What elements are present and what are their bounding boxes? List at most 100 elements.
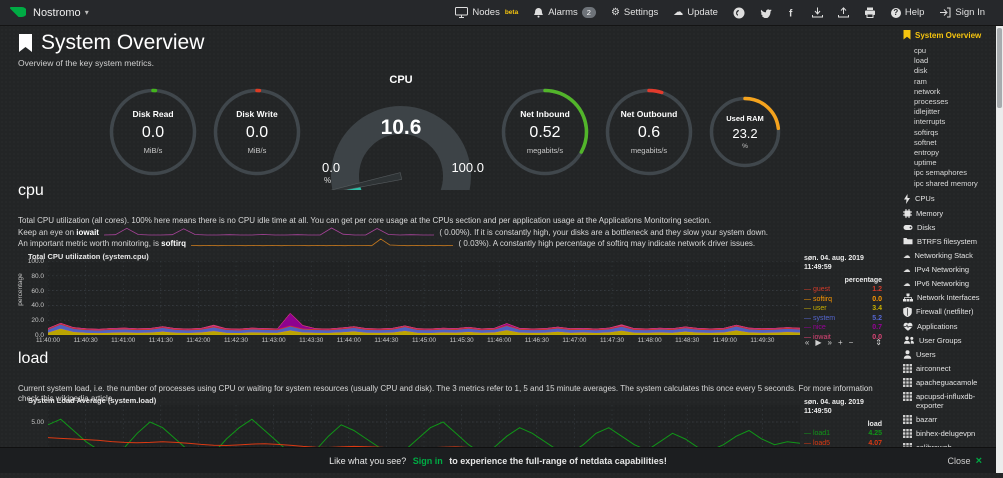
page-subtitle: Overview of the key system metrics. [18,58,204,68]
legend-item-softirq[interactable]: — softirq 0.0 [804,295,882,305]
gauge-net-inbound-label: Net Inbound [520,109,570,119]
cpu-chart-legend: søn. 04. aug. 201911:49:59percentage— gu… [804,254,882,342]
sidebar-item-network-interfaces[interactable]: Network Interfaces [903,293,996,302]
softirq-sparkline [191,238,453,250]
sidebar-item-firewall-netfilter-[interactable]: Firewall (netfilter) [903,307,996,317]
sidebar-item-apcupsd-influxdb-exporter[interactable]: apcupsd-influxdb-exporter [903,392,996,410]
load-chart-title: System Load Average (system.load) [28,396,156,405]
hostname-label: Nostromo [33,7,81,19]
page-scrollbar[interactable] [996,26,1003,473]
legend-item-load1[interactable]: — load14.25 [804,429,882,439]
nav-alarms[interactable]: Alarms 2 [533,7,596,18]
resize-handle[interactable]: ⇕ [875,338,882,347]
legend-item-guest[interactable]: — guest1.2 [804,285,882,295]
x-tick-label: 11:48:00 [638,337,662,344]
sidebar-item-cpu[interactable]: cpu [903,46,996,56]
zoom-out-button[interactable]: − [849,338,854,347]
nav-facebook[interactable]: f [787,7,797,18]
nav-export[interactable] [838,7,849,18]
sidebar-item-interrupts[interactable]: interrupts [903,117,996,127]
sidebar-item-label: User Groups [919,336,962,345]
sidebar-item-softnet[interactable]: softnet [903,138,996,148]
nav-twitter[interactable] [760,8,772,18]
sidebar-item-entropy[interactable]: entropy [903,148,996,158]
sidebar-item-networking-stack[interactable]: ☁Networking Stack [903,251,996,260]
sidebar-item-system-overview[interactable]: System Overview [903,30,996,40]
gauge-net-outbound-label: Net Outbound [621,109,678,119]
banner-close-button[interactable]: Close × [948,455,982,467]
sidebar-item-disk[interactable]: disk [903,66,996,76]
sidebar-active-label: System Overview [915,31,981,40]
gauge-disk-read-value: 0.0 [142,124,164,142]
y-tick-label: 20.0 [18,317,44,324]
signin-banner: Like what you see? Sign in to experience… [0,447,996,473]
nav-print[interactable] [864,7,876,18]
zoom-in-button[interactable]: + [838,338,843,347]
x-tick-label: 11:41:30 [149,337,173,344]
sidebar-item-ipv4-networking[interactable]: ☁IPv4 Networking [903,265,996,274]
facebook-icon: f [787,7,797,18]
nav-github[interactable] [733,7,745,19]
sidebar-item-label: Memory [916,209,943,218]
sidebar-item-label: IPv6 Networking [915,279,970,288]
sidebar-item-idlejitter[interactable]: idlejitter [903,107,996,117]
scrollbar-thumb[interactable] [997,28,1002,108]
nav-nodes[interactable]: Nodesbeta [455,7,518,18]
sidebar-item-processes[interactable]: processes [903,97,996,107]
legend-series-name: — softirq [804,295,832,305]
nav-settings[interactable]: ⚙Settings [611,7,658,18]
sidebar-item-label: binhex-delugevpn [916,429,975,438]
signin-link[interactable]: Sign in [413,456,443,466]
nav-update-label: Update [687,7,718,18]
netdata-logo-icon[interactable] [10,5,26,21]
gauge-cpu-label: CPU [316,74,486,86]
sidebar-item-label: bazarr [916,415,937,424]
sidebar-item-ipv6-networking[interactable]: ☁IPv6 Networking [903,279,996,288]
sidebar-item-binhex-delugevpn[interactable]: binhex-delugevpn [903,429,996,438]
sidebar-item-network[interactable]: network [903,87,996,97]
sidebar-item-airconnect[interactable]: airconnect [903,364,996,373]
legend-series-value: 0.0 [872,295,882,305]
gauge-used-ram: Used RAM23.2% [708,95,782,169]
sidebar-item-user-groups[interactable]: User Groups [903,336,996,345]
legend-item-nice[interactable]: — nice0.7 [804,323,882,333]
pan-backward-button[interactable]: « [805,338,809,347]
play-button[interactable]: ▶ [815,338,821,347]
sidebar-item-ipc-shared-memory[interactable]: ipc shared memory [903,179,996,189]
sidebar-item-uptime[interactable]: uptime [903,158,996,168]
gauge-net-outbound: Net Outbound0.6megabits/s [604,87,694,177]
nav-import[interactable] [812,7,823,18]
sidebar-item-cpus[interactable]: CPUs [903,194,996,204]
sidebar-item-ram[interactable]: ram [903,77,996,87]
gauge-used-ram-label: Used RAM [726,114,764,123]
page-title: System Overview [41,31,204,55]
alarm-count-badge: 2 [582,7,596,18]
cpu-chart-plot[interactable] [48,261,800,335]
nav-alarms-label: Alarms [548,7,578,18]
legend-series-value: 0.7 [872,323,882,333]
sidebar-item-apacheguacamole[interactable]: apacheguacamole [903,378,996,387]
legend-item-system[interactable]: — system5.2 [804,314,882,324]
sidebar-item-load[interactable]: load [903,56,996,66]
nav-help[interactable]: ?Help [891,7,925,18]
sidebar-item-softirqs[interactable]: softirqs [903,128,996,138]
sidebar-item-applications[interactable]: Applications [903,322,996,331]
monitor-icon [455,7,468,18]
gauge-disk-read-label: Disk Read [132,109,173,119]
sidebar-item-label: apcupsd-influxdb-exporter [916,392,996,410]
sidebar-item-ipc-semaphores[interactable]: ipc semaphores [903,168,996,178]
sidebar-item-label: BTRFS filesystem [917,237,977,246]
nav-update[interactable]: ☁Update [673,7,718,18]
sidebar-item-users[interactable]: Users [903,350,996,359]
sidebar-item-disks[interactable]: Disks [903,223,996,232]
legend-item-user[interactable]: — user3.4 [804,304,882,314]
bolt-icon [903,194,911,204]
sidebar-item-memory[interactable]: Memory [903,209,996,218]
sidebar-item-btrfs-filesystem[interactable]: BTRFS filesystem [903,237,996,246]
hostname-dropdown[interactable]: Nostromo ▾ [33,7,89,19]
nav-signin[interactable]: Sign In [939,7,985,18]
nav-help-label: Help [905,7,925,18]
sidebar-item-bazarr[interactable]: bazarr [903,415,996,424]
pan-forward-button[interactable]: » [828,338,832,347]
gear-icon: ⚙ [611,7,620,18]
